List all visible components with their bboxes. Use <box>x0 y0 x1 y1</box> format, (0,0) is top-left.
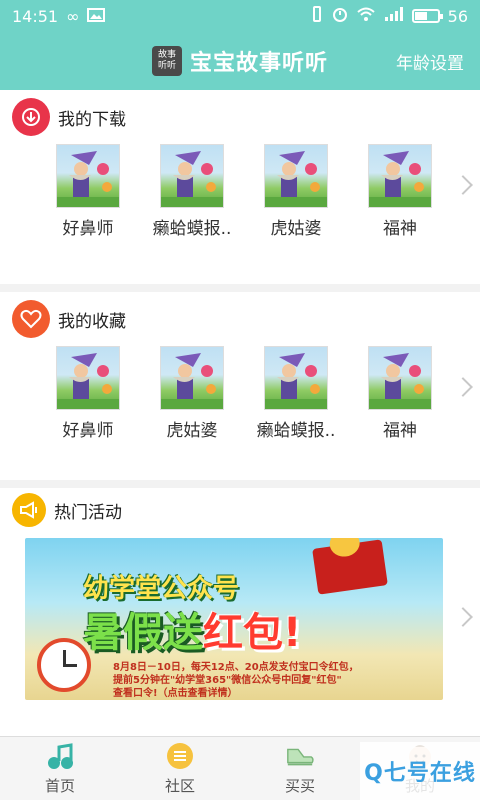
story-cover-image <box>160 144 224 208</box>
story-cover-image <box>264 346 328 410</box>
favorites-header[interactable]: 我的收藏 <box>0 292 480 346</box>
watermark-logo: Q七号在线 <box>360 742 480 800</box>
tab-label: 社区 <box>164 777 195 795</box>
status-bar: 14:51 ∞ 56 <box>0 0 480 32</box>
story-cover-image <box>264 144 328 208</box>
activities-section: 热门活动 幼学堂公众号 暑假送红包! 8月8日－10日，每天12点、20点发支付… <box>0 488 480 736</box>
banner-subheadline: 暑假送红包! <box>83 600 301 658</box>
list-item[interactable]: 福神 <box>348 346 452 441</box>
favorites-title: 我的收藏 <box>58 311 126 332</box>
chevron-right-icon[interactable] <box>453 175 473 195</box>
app-title: 宝宝故事听听 <box>189 51 328 76</box>
app-header: 故事 听听 宝宝故事听听 年龄设置 <box>0 32 480 90</box>
downloads-title: 我的下载 <box>58 109 126 130</box>
banner-detail: 查看口令!（点击查看详情） <box>113 688 238 699</box>
banner-red-envelope-text: 红包! <box>203 610 302 656</box>
age-setting-button[interactable]: 年龄设置 <box>396 32 464 90</box>
story-cover-image <box>56 144 120 208</box>
status-time: 14:51 <box>12 6 59 26</box>
story-title: 癞蛤蟆报.. <box>152 219 232 239</box>
story-cover-image <box>160 346 224 410</box>
app-logo: 故事 听听 <box>151 46 182 76</box>
wifi-icon <box>356 6 376 26</box>
list-item[interactable]: 癞蛤蟆报.. <box>140 144 244 239</box>
battery-level: 56 <box>447 6 468 26</box>
story-title: 福神 <box>383 219 417 239</box>
story-cover-image <box>368 346 432 410</box>
story-title: 虎姑婆 <box>270 219 322 239</box>
story-cover-image <box>368 144 432 208</box>
chevron-right-icon[interactable] <box>453 377 473 397</box>
download-icon <box>12 98 50 136</box>
app-logo-top: 故事 <box>157 50 176 60</box>
menu-circle-icon <box>165 741 195 771</box>
banner-subheadline-text: 暑假送 <box>83 610 203 656</box>
downloads-section: 我的下载 好鼻师 癞蛤蟆报.. 虎姑婆 福神 <box>0 90 480 284</box>
gift-box-icon <box>312 539 388 595</box>
heart-icon <box>12 300 50 338</box>
downloads-list: 好鼻师 癞蛤蟆报.. 虎姑婆 福神 <box>0 144 480 239</box>
downloads-header[interactable]: 我的下载 <box>0 90 480 144</box>
infinity-icon: ∞ <box>66 6 80 26</box>
story-title: 癞蛤蟆报.. <box>256 421 336 441</box>
tab-community[interactable]: 社区 <box>120 737 240 800</box>
activities-title: 热门活动 <box>54 502 122 523</box>
section-divider <box>0 480 480 488</box>
alarm-icon <box>332 6 348 26</box>
story-cover-image <box>56 346 120 410</box>
alarm-clock-icon <box>37 638 91 692</box>
activities-header: 热门活动 <box>0 488 480 532</box>
battery-level-fill <box>414 12 427 20</box>
story-title: 虎姑婆 <box>166 421 218 441</box>
promo-banner[interactable]: 幼学堂公众号 暑假送红包! 8月8日－10日，每天12点、20点发支付宝口令红包… <box>25 538 443 700</box>
tab-label: 买买 <box>284 777 315 795</box>
story-title: 好鼻师 <box>62 219 114 239</box>
favorites-list: 好鼻师 虎姑婆 癞蛤蟆报.. 福神 <box>0 346 480 441</box>
vibrate-icon <box>310 6 324 26</box>
list-item[interactable]: 虎姑婆 <box>140 346 244 441</box>
tab-label: 首页 <box>44 777 75 795</box>
list-item[interactable]: 癞蛤蟆报.. <box>244 346 348 441</box>
list-item[interactable]: 虎姑婆 <box>244 144 348 239</box>
favorites-section: 我的收藏 好鼻师 虎姑婆 癞蛤蟆报.. 福神 <box>0 292 480 480</box>
app-logo-bottom: 听听 <box>157 61 176 71</box>
signal-icon <box>384 6 404 26</box>
list-item[interactable]: 好鼻师 <box>36 346 140 441</box>
tab-home[interactable]: 首页 <box>0 737 120 800</box>
chevron-right-icon[interactable] <box>453 607 473 627</box>
shoe-icon <box>285 741 315 771</box>
story-title: 福神 <box>383 421 417 441</box>
list-item[interactable]: 福神 <box>348 144 452 239</box>
section-divider <box>0 284 480 292</box>
story-title: 好鼻师 <box>62 421 114 441</box>
image-icon <box>87 7 106 26</box>
battery-icon <box>411 9 443 23</box>
megaphone-icon <box>12 493 46 527</box>
music-note-icon <box>45 741 75 771</box>
list-item[interactable]: 好鼻师 <box>36 144 140 239</box>
tab-shop[interactable]: 买买 <box>240 737 360 800</box>
